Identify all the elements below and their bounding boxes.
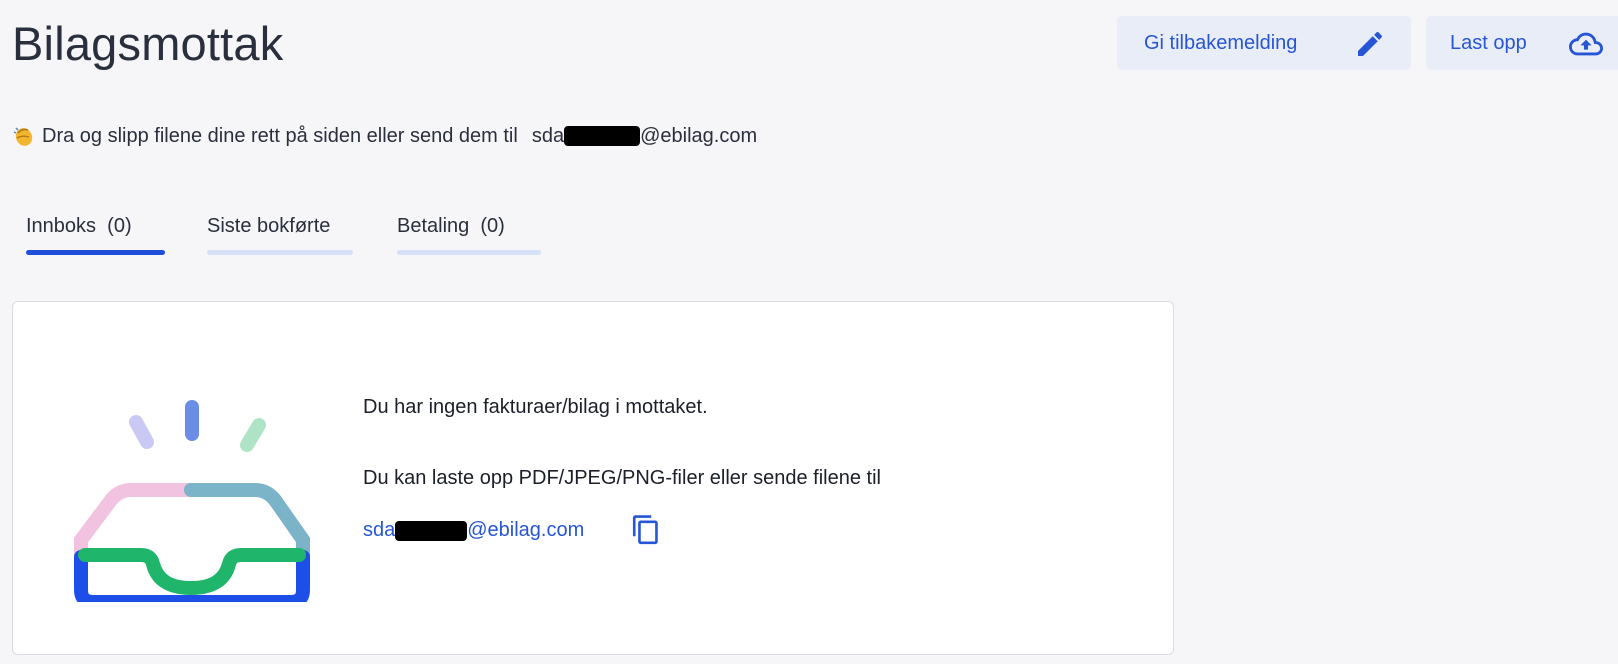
page-title: Bilagsmottak <box>12 17 284 70</box>
hint-email-prefix: sda <box>531 124 565 147</box>
tab-indicator <box>397 250 541 255</box>
redacted-block <box>395 520 468 541</box>
tab-siste-bokforte[interactable]: Siste bokførte <box>207 212 353 256</box>
tab-betaling[interactable]: Betaling (0) <box>397 212 541 256</box>
inbox-email-prefix: sda <box>363 519 396 541</box>
upload-button-label: Last opp <box>1450 31 1527 54</box>
cloud-upload-icon <box>1569 27 1603 67</box>
waving-hand-icon <box>12 124 36 148</box>
tab-innboks-label: Innboks (0) <box>26 215 132 237</box>
drop-hint-text: Dra og slipp filene dine rett på siden e… <box>42 124 518 147</box>
upload-instructions: Du kan laste opp PDF/JPEG/PNG-filer elle… <box>363 467 881 489</box>
upload-button[interactable]: Last opp <box>1426 16 1618 70</box>
tab-indicator <box>26 250 165 255</box>
empty-inbox-card: Du har ingen fakturaer/bilag i mottaket.… <box>12 301 1174 655</box>
feedback-button[interactable]: Gi tilbakemelding <box>1117 16 1411 70</box>
inbox-email-link[interactable]: sda @ebilag.com <box>363 519 584 542</box>
inbox-tray-icon <box>63 352 333 609</box>
tab-indicator <box>207 250 353 255</box>
feedback-button-label: Gi tilbakemelding <box>1144 31 1298 54</box>
redacted-block <box>564 126 641 146</box>
tab-siste-bokforte-label: Siste bokførte <box>207 215 331 237</box>
copy-icon[interactable] <box>630 514 662 553</box>
tab-betaling-label: Betaling (0) <box>397 215 505 237</box>
tab-innboks[interactable]: Innboks (0) <box>26 212 165 256</box>
pencil-icon <box>1354 28 1386 66</box>
drop-hint: Dra og slipp filene dine rett på siden e… <box>12 124 757 148</box>
inbox-email-suffix: @ebilag.com <box>467 519 585 541</box>
hint-email: sda @ebilag.com <box>532 125 757 148</box>
empty-message: Du har ingen fakturaer/bilag i mottaket. <box>363 396 708 418</box>
hint-email-suffix: @ebilag.com <box>640 124 758 147</box>
